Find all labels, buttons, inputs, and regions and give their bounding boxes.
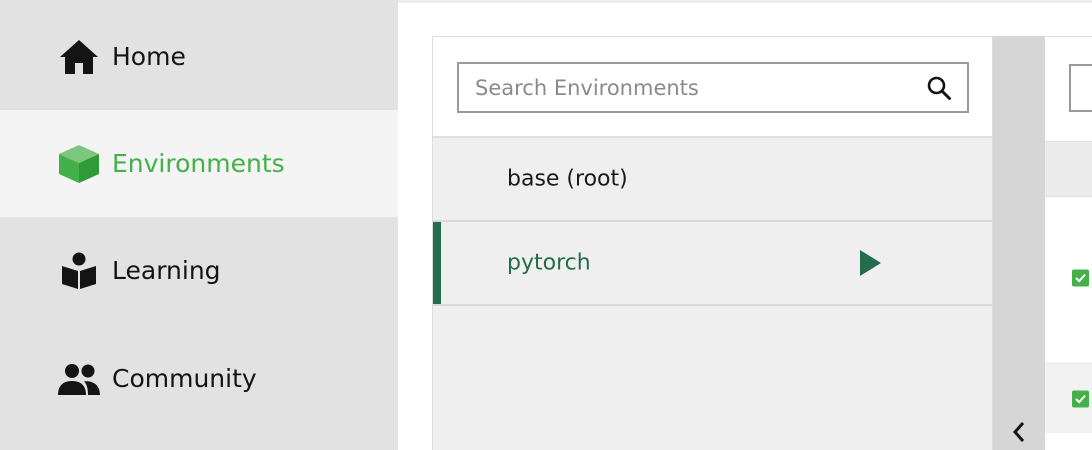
package-row[interactable] [1045, 363, 1092, 433]
cube-icon [57, 142, 101, 186]
package-checkbox[interactable] [1072, 269, 1089, 287]
app-window: Home Environments Learning Community Sea… [0, 0, 1092, 450]
play-icon[interactable] [857, 248, 883, 278]
package-row[interactable] [1045, 243, 1092, 313]
environment-name: pytorch [507, 250, 591, 276]
chevron-left-icon[interactable] [1001, 414, 1037, 450]
selection-indicator [433, 222, 441, 304]
environment-search-area [433, 37, 992, 138]
sidebar-item-learning[interactable]: Learning [0, 217, 398, 324]
sidebar-item-label: Community [112, 364, 257, 393]
sidebar-item-community[interactable]: Community [0, 325, 398, 432]
environment-name: base (root) [507, 166, 628, 192]
sidebar-item-label: Learning [112, 256, 221, 285]
sidebar: Home Environments Learning Community [0, 0, 398, 450]
people-icon [57, 357, 101, 401]
package-table-header [1045, 141, 1092, 197]
package-search-box[interactable] [1069, 64, 1092, 112]
sidebar-item-label: Environments [112, 149, 285, 178]
sidebar-item-home[interactable]: Home [0, 3, 398, 110]
main-content: base (root) pytorch [398, 0, 1092, 450]
top-divider [398, 0, 1092, 3]
environment-search-box [457, 62, 969, 113]
sidebar-item-label: Home [112, 42, 186, 71]
environment-item-base-root[interactable]: base (root) [433, 138, 992, 222]
environments-panel: base (root) pytorch [432, 36, 993, 450]
search-icon[interactable] [911, 64, 967, 111]
package-checkbox[interactable] [1072, 390, 1089, 407]
sidebar-item-environments[interactable]: Environments [0, 110, 398, 217]
environment-list-empty-space [433, 307, 992, 450]
packages-panel [1045, 36, 1092, 450]
home-icon [57, 35, 101, 79]
environment-item-pytorch[interactable]: pytorch [433, 222, 992, 306]
environment-search-input[interactable] [459, 64, 911, 111]
panel-collapse-strip [993, 36, 1045, 450]
book-reader-icon [57, 249, 101, 293]
